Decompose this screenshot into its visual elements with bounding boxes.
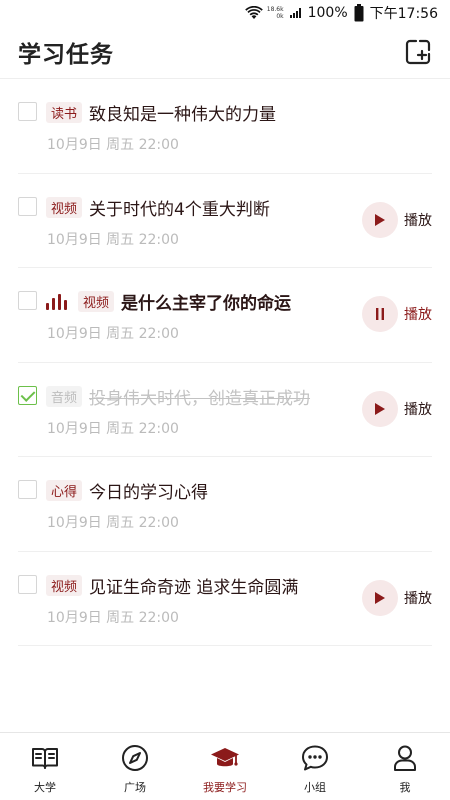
task-list: 读书 致良知是一种伟大的力量 10月9日 周五 22:00 视频 关于时代的4个…	[0, 79, 450, 646]
task-title: 是什么主宰了你的命运	[121, 294, 292, 314]
task-datetime: 10月9日 周五 22:00	[47, 231, 179, 248]
task-checkbox[interactable]	[18, 102, 37, 121]
battery-percent: 100%	[307, 5, 348, 21]
task-checkbox[interactable]	[18, 196, 37, 216]
play-button[interactable]: 播放	[362, 579, 432, 616]
task-item[interactable]: 视频 是什么主宰了你的命运 10月9日 周五 22:00 播放	[18, 268, 432, 363]
user-icon	[394, 745, 416, 771]
task-title: 投身伟大时代，创造真正成功	[89, 388, 311, 409]
wifi-icon	[244, 6, 263, 20]
play-button[interactable]: 播放	[362, 390, 432, 427]
play-label: 播放	[404, 212, 432, 229]
task-title: 致良知是一种伟大的力量	[89, 105, 277, 125]
task-checkbox[interactable]	[18, 480, 37, 499]
clock: 下午17:56	[369, 6, 438, 22]
tab-label: 我	[399, 781, 411, 794]
task-title: 关于时代的4个重大判断	[89, 199, 270, 220]
status-bar: 18.6k 0k 100% 下午17:56	[0, 0, 450, 26]
tab-university[interactable]: 大学	[0, 733, 90, 800]
play-label: 播放	[404, 401, 432, 418]
tab-label: 广场	[124, 781, 146, 794]
page-title: 学习任务	[18, 42, 114, 68]
task-checkbox[interactable]	[18, 291, 37, 310]
task-datetime: 10月9日 周五 22:00	[47, 420, 179, 437]
tab-label: 大学	[34, 781, 56, 794]
pause-icon	[362, 296, 398, 332]
battery-icon	[354, 4, 364, 22]
tab-my-study[interactable]: 我要学习	[180, 733, 270, 800]
task-tag: 心得	[46, 480, 83, 501]
play-icon	[362, 579, 398, 616]
play-button[interactable]: 播放	[362, 201, 432, 238]
task-tag: 视频	[46, 574, 83, 596]
task-datetime: 10月9日 周五 22:00	[47, 515, 179, 531]
pause-button[interactable]: 播放	[362, 296, 432, 332]
task-datetime: 10月9日 周五 22:00	[47, 326, 179, 342]
task-tag: 音频	[46, 385, 83, 407]
task-datetime: 10月9日 周五 22:00	[47, 609, 179, 626]
chat-bubble-icon	[302, 745, 328, 771]
play-icon	[362, 390, 398, 427]
tab-square[interactable]: 广场	[90, 733, 180, 800]
task-checkbox-checked[interactable]	[18, 385, 37, 405]
play-label: 播放	[404, 590, 432, 607]
signal-icon	[289, 8, 302, 18]
graduation-cap-icon	[211, 748, 239, 767]
task-item[interactable]: 视频 关于时代的4个重大判断 10月9日 周五 22:00 播放	[18, 174, 432, 268]
task-checkbox[interactable]	[18, 574, 37, 594]
page-header: 学习任务	[0, 26, 450, 78]
task-item[interactable]: 音频 投身伟大时代，创造真正成功 10月9日 周五 22:00 播放	[18, 363, 432, 457]
audio-playing-icon	[46, 293, 70, 310]
bottom-tab-bar: 大学 广场 我要学习 小组 我	[0, 732, 450, 800]
task-tag: 视频	[46, 196, 83, 218]
book-icon	[32, 748, 58, 769]
play-label: 播放	[404, 307, 432, 323]
play-icon	[362, 201, 398, 238]
task-item[interactable]: 心得 今日的学习心得 10月9日 周五 22:00	[18, 457, 432, 552]
task-title: 见证生命奇迹 追求生命圆满	[89, 577, 299, 598]
task-item[interactable]: 视频 见证生命奇迹 追求生命圆满 10月9日 周五 22:00 播放	[18, 552, 432, 646]
compass-icon	[122, 745, 148, 771]
task-tag: 视频	[78, 291, 115, 312]
task-tag: 读书	[46, 102, 83, 123]
edit-add-icon[interactable]	[404, 38, 432, 66]
task-datetime: 10月9日 周五 22:00	[47, 137, 179, 153]
net-speed: 18.6k 0k	[266, 6, 284, 20]
task-title: 今日的学习心得	[89, 483, 209, 503]
tab-label: 我要学习	[203, 781, 247, 794]
task-item[interactable]: 读书 致良知是一种伟大的力量 10月9日 周五 22:00	[18, 79, 432, 174]
tab-label: 小组	[304, 781, 326, 794]
tab-me[interactable]: 我	[360, 733, 450, 800]
tab-group[interactable]: 小组	[270, 733, 360, 800]
